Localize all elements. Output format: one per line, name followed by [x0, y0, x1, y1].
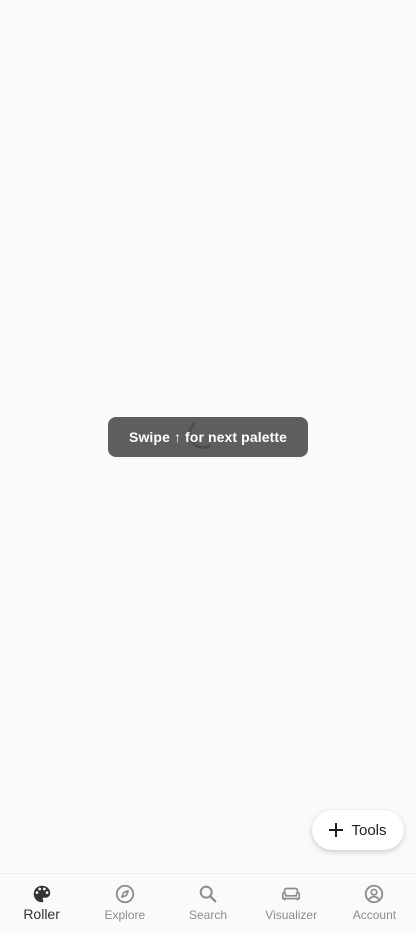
roller-screen: Swipe ↑ for next palette Tools Roller Ex… — [0, 0, 416, 932]
nav-item-visualizer[interactable]: Visualizer — [250, 874, 333, 932]
nav-label-visualizer: Visualizer — [265, 908, 318, 922]
nav-item-explore[interactable]: Explore — [83, 874, 166, 932]
search-icon — [199, 885, 217, 903]
bottom-navigation-bar: Roller Explore Search Visualizer Account — [0, 873, 416, 932]
nav-label-account: Account — [352, 908, 397, 922]
compass-icon — [115, 884, 134, 904]
nav-label-explore: Explore — [104, 908, 146, 922]
nav-item-roller[interactable]: Roller — [0, 874, 83, 932]
swipe-hint-toast: Swipe ↑ for next palette — [108, 417, 308, 457]
palette-icon — [33, 885, 50, 903]
palette-content-area[interactable]: Swipe ↑ for next palette — [0, 0, 416, 873]
tools-button-label: Tools — [351, 821, 387, 839]
plus-icon — [329, 823, 344, 837]
nav-item-search[interactable]: Search — [166, 874, 249, 932]
nav-item-account[interactable]: Account — [333, 874, 416, 932]
nav-label-search: Search — [188, 908, 228, 922]
swipe-hint-text: Swipe ↑ for next palette — [129, 429, 287, 445]
tools-button[interactable]: Tools — [312, 810, 404, 850]
sofa-icon — [282, 887, 301, 901]
nav-label-roller: Roller — [23, 906, 60, 922]
account-circle-icon — [365, 884, 384, 904]
